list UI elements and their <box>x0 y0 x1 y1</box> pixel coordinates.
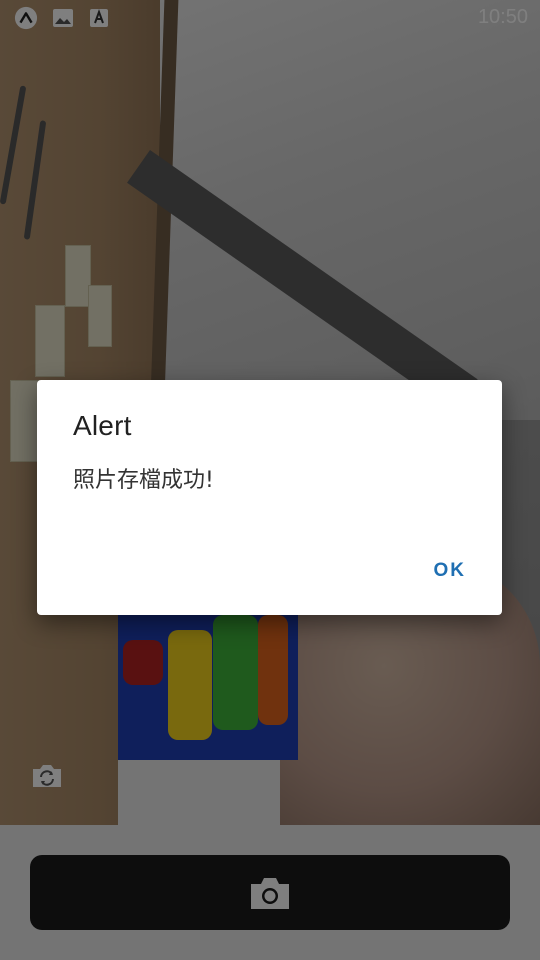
ok-button[interactable]: OK <box>434 560 467 582</box>
alert-message: 照片存檔成功! <box>73 468 214 493</box>
alert-dialog: Alert 照片存檔成功! OK <box>37 380 502 615</box>
screen: 10:50 Alert 照片存檔成功! OK <box>0 0 540 960</box>
alert-title: Alert <box>73 410 132 441</box>
